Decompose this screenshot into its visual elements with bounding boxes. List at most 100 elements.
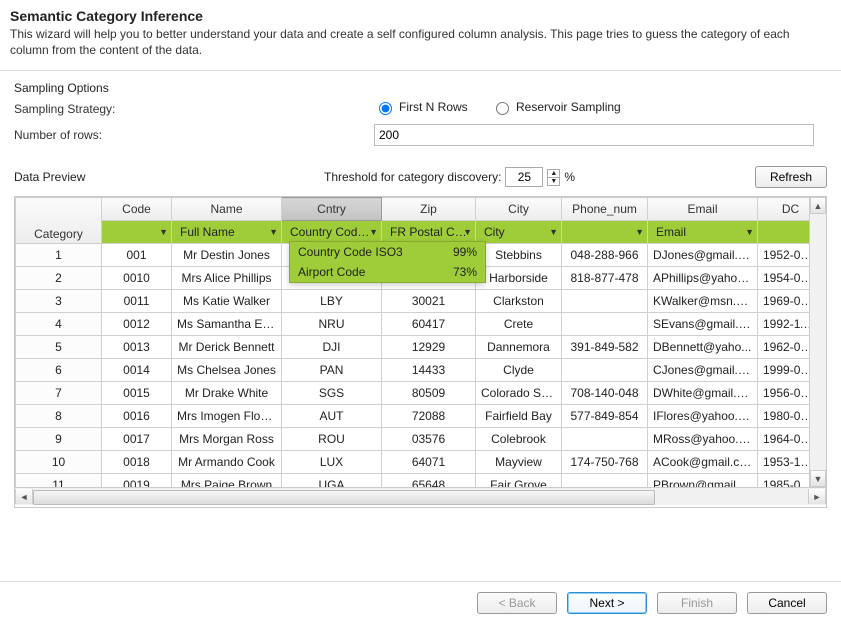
table-row[interactable]: 40012Ms Samantha Eva...NRU60417Crete SEva… [16,313,827,336]
table-cell: Mayview [476,451,562,474]
radio-first-n-input[interactable] [379,102,392,115]
dropdown-icon[interactable]: ▼ [549,227,558,237]
table-cell: ACook@gmail.com [648,451,758,474]
table-cell: DBennett@yaho... [648,336,758,359]
column-header[interactable]: Name [172,198,282,221]
table-row[interactable]: 70015Mr Drake WhiteSGS80509Colorado Sp..… [16,382,827,405]
table-cell: 0014 [102,359,172,382]
num-rows-input[interactable] [374,124,814,146]
table-cell: 0012 [102,313,172,336]
scroll-down-icon[interactable]: ▼ [810,470,826,487]
wizard-footer: < Back Next > Finish Cancel [0,581,841,624]
table-cell: SEvans@gmail.com [648,313,758,336]
category-cell[interactable]: Email▼ [648,221,758,244]
threshold-down[interactable]: ▼ [548,178,559,185]
table-cell: Ms Katie Walker [172,290,282,313]
table-cell: 001 [102,244,172,267]
category-cell[interactable]: ▼ [102,221,172,244]
table-cell: Mrs Imogen Flores [172,405,282,428]
table-cell: 0011 [102,290,172,313]
category-dropdown[interactable]: Country Code ISO399%Airport Code73% [289,241,486,283]
category-cell[interactable]: Full Name▼ [172,221,282,244]
dropdown-icon[interactable]: ▼ [635,227,644,237]
column-header[interactable]: Cntry [282,198,382,221]
table-row[interactable]: 100018Mr Armando CookLUX64071Mayview174-… [16,451,827,474]
table-cell: 64071 [382,451,476,474]
table-cell: 4 [16,313,102,336]
table-cell: IFlores@yahoo.c... [648,405,758,428]
table-cell: Harborside [476,267,562,290]
column-header[interactable]: Code [102,198,172,221]
table-cell: PAN [282,359,382,382]
table-cell: 0019 [102,474,172,488]
horizontal-scrollbar[interactable]: ◄ ► [15,487,826,505]
table-row[interactable]: 110019Mrs Paige BrownUGA65648Fair GroveP… [16,474,827,488]
table-row[interactable]: 50013Mr Derick BennettDJI12929Dannemora3… [16,336,827,359]
table-cell: NRU [282,313,382,336]
table-cell: 60417 [382,313,476,336]
dropdown-icon[interactable]: ▼ [159,227,168,237]
table-cell: Crete [476,313,562,336]
column-header[interactable]: City [476,198,562,221]
table-row[interactable]: 90017Mrs Morgan RossROU03576ColebrookMRo… [16,428,827,451]
table-cell: AUT [282,405,382,428]
hscroll-thumb[interactable] [33,490,655,505]
table-row[interactable]: 80016Mrs Imogen FloresAUT72088Fairfield … [16,405,827,428]
table-row[interactable]: 60014Ms Chelsea JonesPAN14433ClydeCJones… [16,359,827,382]
threshold-up[interactable]: ▲ [548,170,559,178]
page-title: Semantic Category Inference [0,0,841,26]
refresh-button[interactable]: Refresh [755,166,827,188]
dropdown-icon[interactable]: ▼ [269,227,278,237]
scroll-left-icon[interactable]: ◄ [15,489,33,504]
table-cell: SGS [282,382,382,405]
category-cell[interactable]: ▼ [562,221,648,244]
table-cell: 7 [16,382,102,405]
table-corner: Category [16,198,102,244]
table-cell: 048-288-966 [562,244,648,267]
table-cell [562,428,648,451]
finish-button[interactable]: Finish [657,592,737,614]
table-cell: 0013 [102,336,172,359]
sampling-options-label: Sampling Options [14,81,109,95]
page-subtitle: This wizard will help you to better unde… [0,26,841,66]
data-table: CategoryCodeNameCntryZipCityPhone_numEma… [14,196,827,508]
table-cell [562,359,648,382]
scroll-right-icon[interactable]: ► [808,489,826,504]
threshold-input[interactable] [505,167,543,187]
radio-first-n-label: First N Rows [399,100,468,114]
table-cell: DJI [282,336,382,359]
radio-reservoir[interactable]: Reservoir Sampling [491,99,621,115]
table-cell: 8 [16,405,102,428]
table-row[interactable]: 30011Ms Katie WalkerLBY30021ClarkstonKWa… [16,290,827,313]
table-cell: 72088 [382,405,476,428]
table-cell: LBY [282,290,382,313]
dropdown-icon[interactable]: ▼ [463,227,472,237]
back-button[interactable]: < Back [477,592,557,614]
table-cell: ROU [282,428,382,451]
dropdown-item[interactable]: Country Code ISO399% [290,242,485,262]
radio-first-n[interactable]: First N Rows [374,99,468,115]
column-header[interactable]: Zip [382,198,476,221]
cancel-button[interactable]: Cancel [747,592,827,614]
table-cell: Clarkston [476,290,562,313]
next-button[interactable]: Next > [567,592,647,614]
dropdown-item[interactable]: Airport Code73% [290,262,485,282]
category-cell[interactable]: City▼ [476,221,562,244]
table-cell: Ms Chelsea Jones [172,359,282,382]
threshold-unit: % [564,170,575,184]
dropdown-icon[interactable]: ▼ [369,227,378,237]
table-cell: 1 [16,244,102,267]
table-cell: MRoss@yahoo.c... [648,428,758,451]
table-cell: 818-877-478 [562,267,648,290]
table-cell [562,474,648,488]
column-header[interactable]: Email [648,198,758,221]
table-cell: Colebrook [476,428,562,451]
vertical-scrollbar[interactable]: ▲ ▼ [809,197,826,487]
table-cell: Stebbins [476,244,562,267]
table-cell: 577-849-854 [562,405,648,428]
column-header[interactable]: Phone_num [562,198,648,221]
table-cell: Ms Samantha Eva... [172,313,282,336]
dropdown-icon[interactable]: ▼ [745,227,754,237]
radio-reservoir-input[interactable] [496,102,509,115]
scroll-up-icon[interactable]: ▲ [810,197,826,214]
